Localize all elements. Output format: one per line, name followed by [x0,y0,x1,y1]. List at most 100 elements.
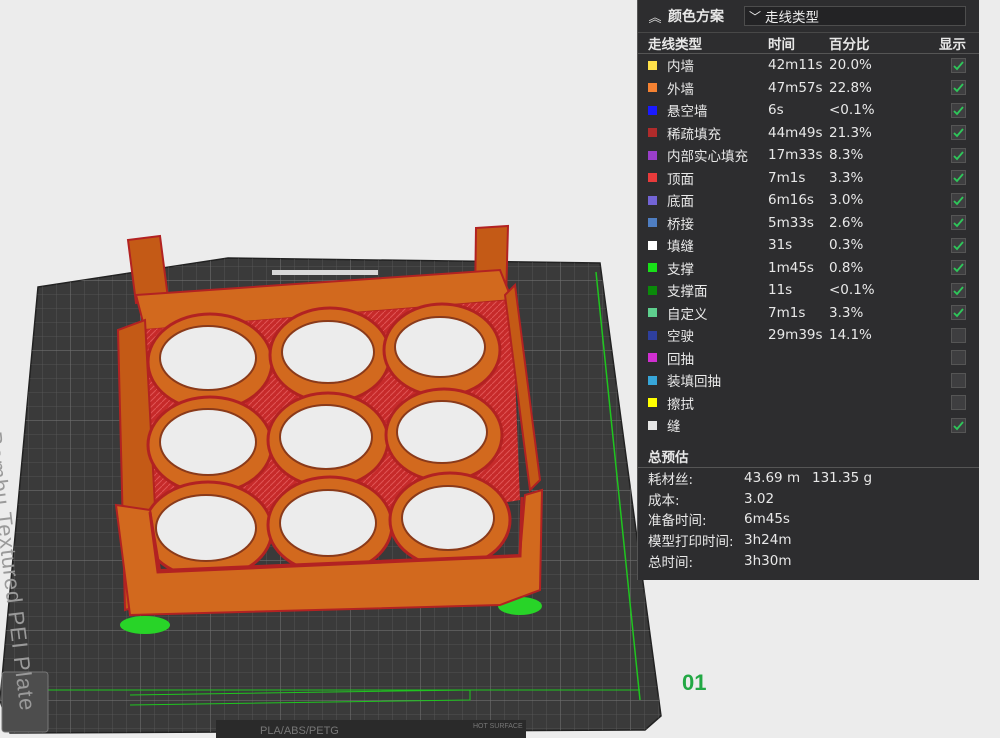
column-type: 走线类型 [648,37,702,53]
show-checkbox[interactable] [951,57,966,73]
estimate-value-2: 131.35 g [812,469,873,486]
check-icon [953,151,964,161]
color-swatch [648,263,657,273]
check-icon [953,263,964,273]
panel-header: ︽ 颜色方案 ﹀ 走线类型 [638,0,979,33]
feature-time: 5m33s [768,214,814,231]
estimate-row: 总时间: 3h30m [638,551,979,572]
legend-row: 桥接 5m33s 2.6% [638,212,979,235]
show-checkbox[interactable] [951,305,966,321]
show-checkbox[interactable] [951,417,966,433]
bed-tag: PLA/ABS/PETG [260,725,339,737]
feature-time: 42m11s [768,57,823,74]
feature-name: 内部实心填充 [667,149,748,166]
feature-percent: 3.3% [829,169,864,186]
legend-header: 走线类型 时间 百分比 显示 [638,33,979,54]
feature-time: 7m1s [768,304,806,321]
estimate-label: 模型打印时间: [648,534,734,551]
collapse-icon[interactable]: ︽ [642,7,668,26]
check-icon [953,196,964,206]
feature-name: 填缝 [667,239,694,256]
feature-name: 装填回抽 [667,374,721,391]
chevron-down-icon: ﹀ [748,9,761,24]
estimate-label: 成本: [648,492,680,509]
legend-row: 稀疏填充 44m49s 21.3% [638,122,979,145]
show-checkbox[interactable] [951,102,966,118]
color-swatch [648,375,657,385]
show-checkbox[interactable] [951,237,966,253]
estimate-label: 准备时间: [648,513,707,530]
legend-row: 填缝 31s 0.3% [638,234,979,257]
feature-percent: <0.1% [829,102,875,119]
feature-name: 悬空墙 [667,104,708,121]
legend-row: 装填回抽 [638,369,979,392]
show-checkbox[interactable] [951,215,966,231]
feature-percent: 21.3% [829,124,872,141]
color-swatch [648,173,657,183]
show-checkbox[interactable] [951,395,966,411]
column-show: 显示 [939,37,966,53]
color-swatch [648,240,657,250]
check-icon [953,173,964,183]
estimate-row: 成本: 3.02 [638,488,979,509]
color-swatch [648,353,657,363]
feature-name: 空驶 [667,329,694,346]
legend-row: 擦拭 [638,392,979,415]
legend-row: 支撑 1m45s 0.8% [638,257,979,280]
color-scheme-title: 颜色方案 [668,9,724,25]
feature-time: 1m45s [768,259,814,276]
legend-row: 悬空墙 6s <0.1% [638,99,979,122]
color-swatch [648,195,657,205]
legend-row: 内部实心填充 17m33s 8.3% [638,144,979,167]
show-checkbox[interactable] [951,147,966,163]
feature-name: 稀疏填充 [667,126,721,143]
color-swatch [648,60,657,70]
feature-percent: 3.3% [829,304,864,321]
color-swatch [648,128,657,138]
color-swatch [648,330,657,340]
show-checkbox[interactable] [951,192,966,208]
feature-percent: 14.1% [829,327,872,344]
check-icon [953,308,964,318]
estimate-value: 6m45s [744,511,790,528]
feature-time: 31s [768,237,793,254]
show-checkbox[interactable] [951,125,966,141]
show-checkbox[interactable] [951,170,966,186]
color-scheme-value: 走线类型 [765,10,819,26]
color-swatch [648,105,657,115]
estimate-value: 43.69 m [744,469,801,486]
feature-name: 底面 [667,194,694,211]
show-checkbox[interactable] [951,260,966,276]
show-checkbox[interactable] [951,350,966,366]
legend-row: 空驶 29m39s 14.1% [638,324,979,347]
show-checkbox[interactable] [951,372,966,388]
feature-time: 17m33s [768,147,823,164]
bed-tag-small: HOT SURFACE [473,723,523,730]
feature-name: 缝 [667,419,681,436]
estimate-value: 3h30m [744,553,792,570]
check-icon [953,286,964,296]
plate-number[interactable]: 01 [682,670,706,696]
color-swatch [648,285,657,295]
feature-name: 支撑面 [667,284,708,301]
legend-row: 支撑面 11s <0.1% [638,279,979,302]
color-swatch [648,150,657,160]
color-scheme-select[interactable]: ﹀ 走线类型 [744,6,966,26]
estimate-list: 耗材丝: 43.69 m 131.35 g 成本: 3.02 准备时间: 6m45s 模型打印… [638,468,979,572]
estimate-row: 模型打印时间: 3h24m [638,530,979,551]
estimate-value: 3h24m [744,532,792,549]
show-checkbox[interactable] [951,327,966,343]
legend-list: 内墙 42m11s 20.0% 外墙 47m57s 22.8% 悬空墙 6s <0.1% 稀疏填充… [638,54,979,437]
color-swatch [648,308,657,318]
show-checkbox[interactable] [951,282,966,298]
show-checkbox[interactable] [951,80,966,96]
column-time: 时间 [768,37,795,53]
feature-time: 6m16s [768,192,814,209]
feature-percent: <0.1% [829,282,875,299]
feature-percent: 20.0% [829,57,872,74]
feature-time: 29m39s [768,327,823,344]
feature-percent: 8.3% [829,147,864,164]
feature-time: 47m57s [768,79,823,96]
feature-name: 桥接 [667,216,694,233]
legend-row: 内墙 42m11s 20.0% [638,54,979,77]
